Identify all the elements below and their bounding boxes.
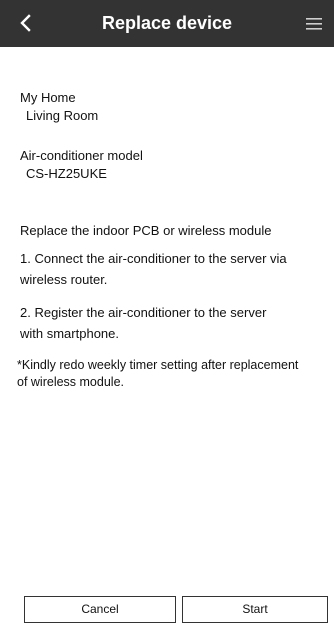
page-title: Replace device xyxy=(101,13,233,33)
step-2-line-1: 2. Register the air-conditioner to the s… xyxy=(20,305,267,320)
chevron-left-icon xyxy=(20,14,31,32)
app-header: Replace device xyxy=(0,0,334,47)
start-button[interactable]: Start xyxy=(182,596,328,623)
menu-button[interactable] xyxy=(302,12,326,36)
model-value: CS-HZ25UKE xyxy=(26,166,107,181)
home-name: My Home xyxy=(20,90,76,105)
room-name: Living Room xyxy=(26,108,99,123)
back-button[interactable] xyxy=(12,9,40,37)
note-line-2: of wireless module. xyxy=(17,375,124,389)
step-1-line-2: wireless router. xyxy=(20,272,108,287)
step-1-line-1: 1. Connect the air-conditioner to the se… xyxy=(20,251,287,266)
model-label: Air-conditioner model xyxy=(20,148,143,163)
step-2-line-2: with smartphone. xyxy=(20,326,119,341)
cancel-button[interactable]: Cancel xyxy=(24,596,176,623)
instructions-heading: Replace the indoor PCB or wireless modul… xyxy=(20,223,272,238)
note-line-1: *Kindly redo weekly timer setting after … xyxy=(17,358,299,372)
hamburger-menu-icon xyxy=(306,18,322,30)
